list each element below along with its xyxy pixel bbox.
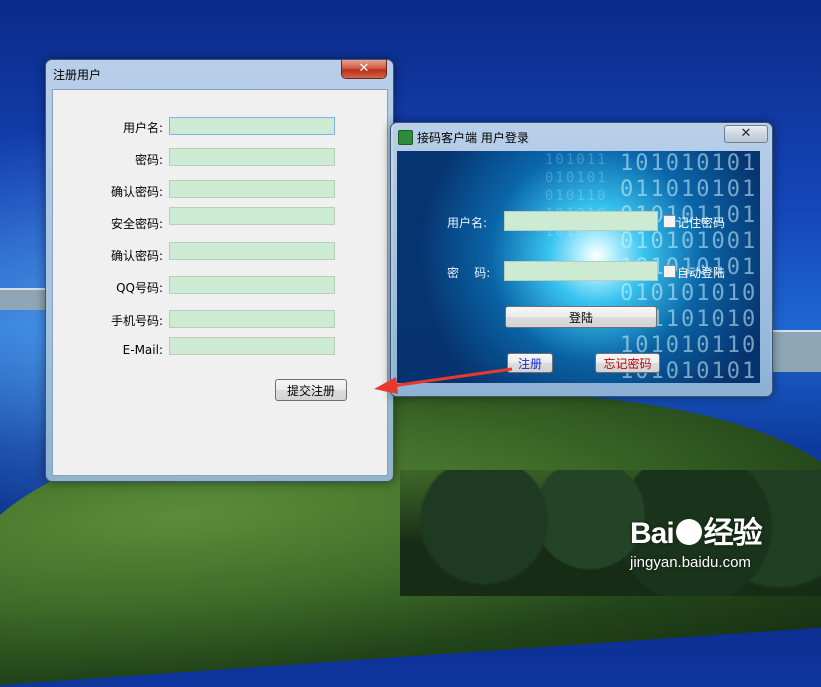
annotation-arrow (374, 367, 513, 394)
